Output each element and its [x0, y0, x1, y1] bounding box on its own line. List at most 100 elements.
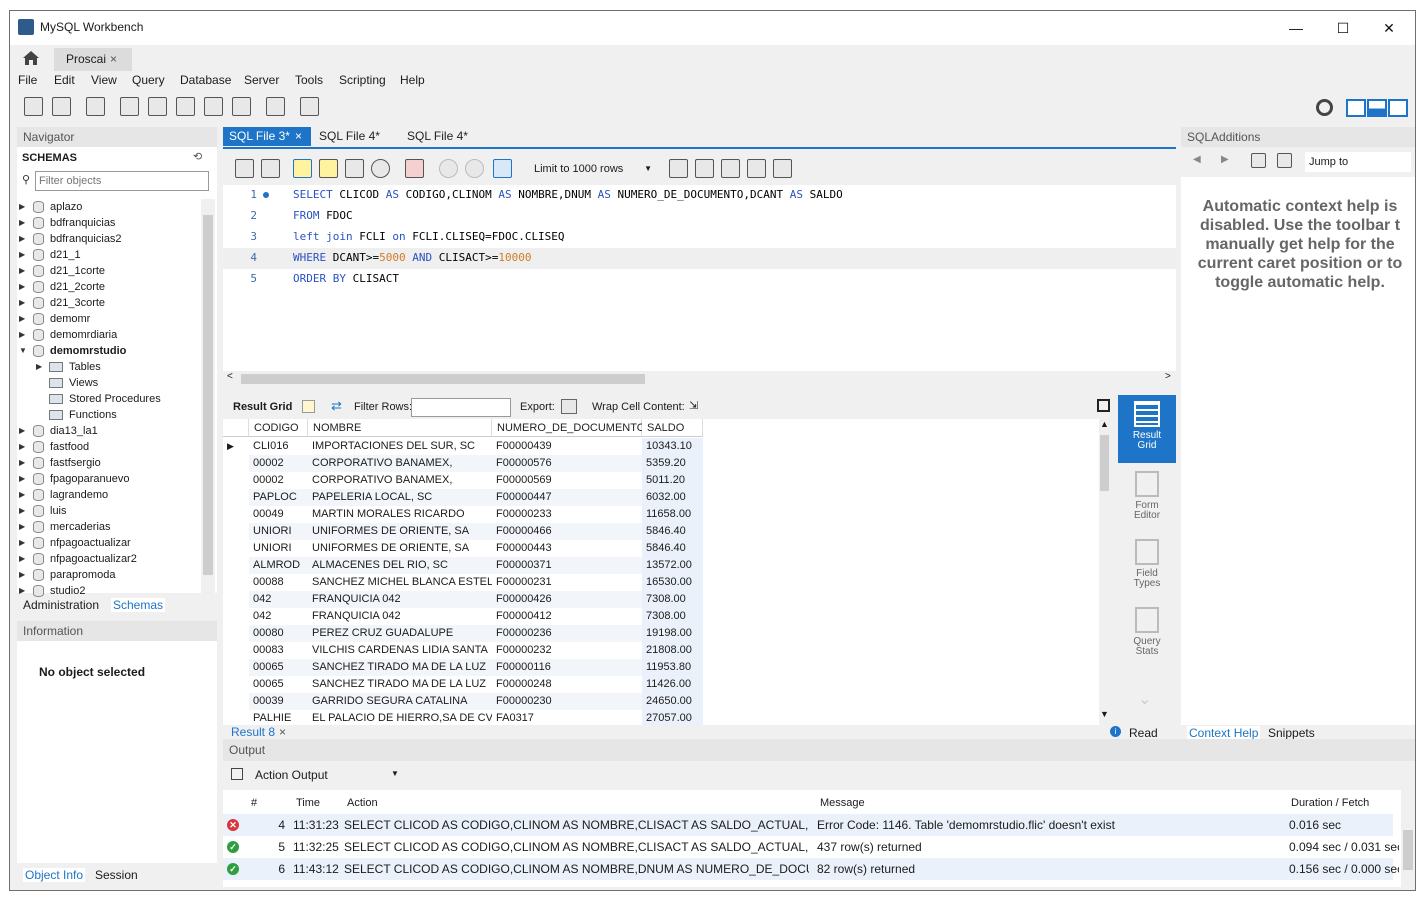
result-tab-close-icon[interactable]: ×: [279, 725, 286, 739]
table-cell[interactable]: GARRIDO SEGURA CATALINA: [308, 693, 492, 710]
schema-item[interactable]: ▶ dia13_la1: [17, 423, 201, 439]
tab-administration[interactable]: Administration: [23, 598, 99, 612]
menu-server[interactable]: Server: [244, 73, 279, 87]
result-grid-button[interactable]: Result Grid: [1118, 395, 1176, 463]
table-cell[interactable]: FA0317: [492, 710, 642, 725]
chevron-right-icon[interactable]: ▶: [19, 279, 25, 295]
editor-hscroll-thumb[interactable]: [241, 374, 645, 384]
output-row[interactable]: ✓ 6 11:43:12 SELECT CLICOD AS CODIGO,CLINOM…: [223, 858, 1399, 880]
schema-child-item[interactable]: Stored Procedures: [17, 391, 201, 407]
chevron-right-icon[interactable]: ▶: [19, 455, 25, 471]
table-cell[interactable]: 7308.00: [642, 591, 703, 608]
create-view-icon[interactable]: [176, 97, 195, 116]
filter-objects-input[interactable]: [35, 171, 209, 191]
schema-item[interactable]: ▶ mercaderias: [17, 519, 201, 535]
execute-current-icon[interactable]: [319, 159, 338, 178]
chevron-right-icon[interactable]: ▶: [19, 439, 25, 455]
table-cell[interactable]: F00000371: [492, 557, 642, 574]
column-header-numero[interactable]: NUMERO_DE_DOCUMENTO: [492, 419, 645, 437]
jump-to-select[interactable]: Jump to: [1305, 152, 1411, 172]
chevron-right-icon[interactable]: ▶: [19, 519, 25, 535]
chevron-right-icon[interactable]: ▶: [19, 551, 25, 567]
stop-icon[interactable]: [371, 159, 390, 178]
table-row[interactable]: UNIORI UNIFORMES DE ORIENTE, SA F00000466 5…: [223, 523, 703, 540]
table-cell[interactable]: FRANQUICIA 042: [308, 608, 492, 625]
maximize-button[interactable]: ☐: [1320, 15, 1366, 41]
table-row[interactable]: PALHIE EL PALACIO DE HIERRO,SA DE CV FA031…: [223, 710, 703, 725]
table-cell[interactable]: 042: [249, 608, 308, 625]
row-header[interactable]: [223, 540, 249, 557]
new-sql-tab-icon[interactable]: [24, 97, 43, 116]
open-sql-script-icon[interactable]: [52, 97, 71, 116]
schema-item[interactable]: ▼ demomrstudio: [17, 343, 201, 359]
table-cell[interactable]: F00000230: [492, 693, 642, 710]
row-header[interactable]: [223, 523, 249, 540]
table-row[interactable]: 00002 CORPORATIVO BANAMEX, F00000576 5359.2…: [223, 455, 703, 472]
table-cell[interactable]: 5846.40: [642, 540, 703, 557]
table-cell[interactable]: 5359.20: [642, 455, 703, 472]
table-cell[interactable]: F00000233: [492, 506, 642, 523]
table-row[interactable]: PAPLOC PAPELERIA LOCAL, SC F00000447 6032.0…: [223, 489, 703, 506]
rollback-icon[interactable]: [465, 159, 484, 178]
table-cell[interactable]: 11426.00: [642, 676, 703, 693]
chevron-right-icon[interactable]: ▶: [19, 327, 25, 343]
menu-tools[interactable]: Tools: [295, 73, 323, 87]
table-cell[interactable]: 00002: [249, 472, 308, 489]
table-cell[interactable]: VILCHIS CARDENAS LIDIA SANTA: [308, 642, 492, 659]
chevron-right-icon[interactable]: ▶: [19, 503, 25, 519]
table-cell[interactable]: 6032.00: [642, 489, 703, 506]
output-scroll-thumb[interactable]: [1403, 830, 1413, 870]
tab-sql-file-3-close-icon[interactable]: ×: [295, 127, 302, 145]
search-table-data-icon[interactable]: [266, 97, 285, 116]
chevron-right-icon[interactable]: ▶: [19, 231, 25, 247]
table-cell[interactable]: PAPLOC: [249, 489, 308, 506]
create-schema-icon[interactable]: [120, 97, 139, 116]
table-cell[interactable]: 5846.40: [642, 523, 703, 540]
table-cell[interactable]: 00049: [249, 506, 308, 523]
chevron-right-icon[interactable]: ▶: [19, 487, 25, 503]
chevron-right-icon[interactable]: ▶: [19, 311, 25, 327]
toggle-secondary-sidebar-icon[interactable]: [1388, 99, 1408, 117]
menu-query[interactable]: Query: [132, 73, 165, 87]
chevron-right-icon[interactable]: ▶: [19, 423, 25, 439]
table-cell[interactable]: F00000231: [492, 574, 642, 591]
table-cell[interactable]: CLI016: [249, 438, 308, 455]
table-cell[interactable]: 042: [249, 591, 308, 608]
schema-child-item[interactable]: Functions: [17, 407, 201, 423]
table-cell[interactable]: F00000236: [492, 625, 642, 642]
tab-snippets[interactable]: Snippets: [1268, 726, 1315, 740]
table-cell[interactable]: F00000116: [492, 659, 642, 676]
table-cell[interactable]: F00000248: [492, 676, 642, 693]
row-header[interactable]: [223, 608, 249, 625]
grid-view-icon[interactable]: [302, 400, 315, 413]
create-function-icon[interactable]: [232, 97, 251, 116]
table-cell[interactable]: F00000439: [492, 438, 642, 455]
chevron-right-icon[interactable]: ▶: [36, 359, 42, 375]
schema-item[interactable]: ▶ fastfsergio: [17, 455, 201, 471]
toggle-stop-on-error-icon[interactable]: [405, 159, 424, 178]
invisible-chars-icon[interactable]: [747, 159, 766, 178]
table-cell[interactable]: SANCHEZ TIRADO MA DE LA LUZ: [308, 676, 492, 693]
table-cell[interactable]: 11953.80: [642, 659, 703, 676]
scroll-right-icon[interactable]: >: [1165, 371, 1171, 382]
schema-item[interactable]: ▶ demomrdiaria: [17, 327, 201, 343]
toggle-output-icon[interactable]: [1367, 99, 1387, 117]
table-row[interactable]: 00065 SANCHEZ TIRADO MA DE LA LUZ F0000024…: [223, 676, 703, 693]
table-cell[interactable]: ALMROD: [249, 557, 308, 574]
open-file-icon[interactable]: [235, 159, 254, 178]
table-cell[interactable]: CORPORATIVO BANAMEX,: [308, 472, 492, 489]
table-cell[interactable]: F00000576: [492, 455, 642, 472]
table-row[interactable]: 00088 SANCHEZ MICHEL BLANCA ESTELA F000002…: [223, 574, 703, 591]
chevron-down-icon[interactable]: ▼: [19, 343, 27, 359]
toggle-results-panel-icon[interactable]: [1097, 399, 1110, 412]
field-types-button[interactable]: Field Types: [1118, 535, 1176, 601]
table-row[interactable]: ALMROD ALMACENES DEL RIO, SC F00000371 1357…: [223, 557, 703, 574]
row-header[interactable]: [223, 693, 249, 710]
schema-item[interactable]: ▶ aplazo: [17, 199, 201, 215]
row-header[interactable]: [223, 472, 249, 489]
table-row[interactable]: UNIORI UNIFORMES DE ORIENTE, SA F00000443 5…: [223, 540, 703, 557]
table-cell[interactable]: PALHIE: [249, 710, 308, 725]
manual-help-icon[interactable]: [1251, 153, 1266, 168]
create-procedure-icon[interactable]: [204, 97, 223, 116]
table-cell[interactable]: 13572.00: [642, 557, 703, 574]
